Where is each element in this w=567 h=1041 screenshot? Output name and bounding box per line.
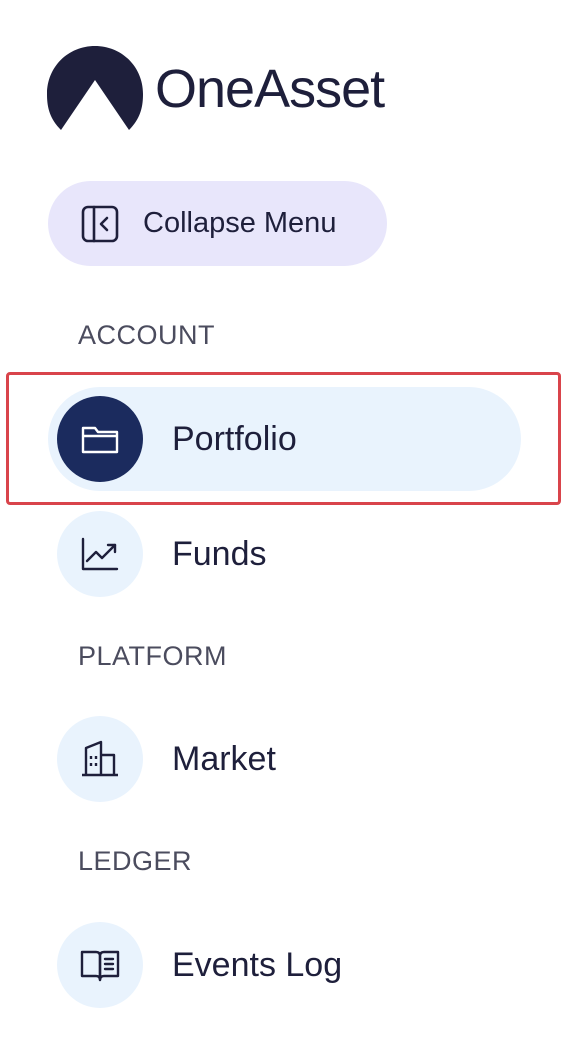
sidebar-item-label: Events Log bbox=[172, 945, 343, 984]
sidebar-item-events-log[interactable]: Events Log bbox=[48, 913, 521, 1017]
trend-chart-icon bbox=[81, 537, 119, 571]
sidebar-item-label: Funds bbox=[172, 534, 267, 573]
brand-logo[interactable]: OneAsset bbox=[47, 46, 385, 132]
section-title-account: ACCOUNT bbox=[78, 320, 215, 350]
collapse-menu-button[interactable]: Collapse Menu bbox=[48, 181, 387, 266]
sidebar-item-portfolio[interactable]: Portfolio bbox=[48, 387, 521, 491]
collapse-menu-label: Collapse Menu bbox=[143, 207, 337, 239]
sidebar-collapse-icon bbox=[81, 205, 119, 242]
sidebar: OneAsset Collapse Menu ACCOUNT Portfolio bbox=[0, 0, 567, 1041]
sidebar-item-market[interactable]: Market bbox=[48, 707, 521, 811]
brand-logo-icon bbox=[47, 46, 143, 130]
funds-icon-circle bbox=[57, 511, 143, 597]
section-title-ledger: LEDGER bbox=[78, 846, 193, 876]
sidebar-item-funds[interactable]: Funds bbox=[48, 502, 521, 606]
brand-name: OneAsset bbox=[155, 59, 385, 119]
building-icon bbox=[82, 740, 118, 777]
section-title-platform: PLATFORM bbox=[78, 641, 228, 671]
market-icon-circle bbox=[57, 716, 143, 802]
events-log-icon-circle bbox=[57, 922, 143, 1008]
folder-icon bbox=[81, 426, 119, 454]
portfolio-icon-circle bbox=[57, 396, 143, 482]
book-icon bbox=[80, 950, 120, 982]
sidebar-item-label: Market bbox=[172, 739, 276, 778]
sidebar-item-label: Portfolio bbox=[172, 419, 297, 458]
